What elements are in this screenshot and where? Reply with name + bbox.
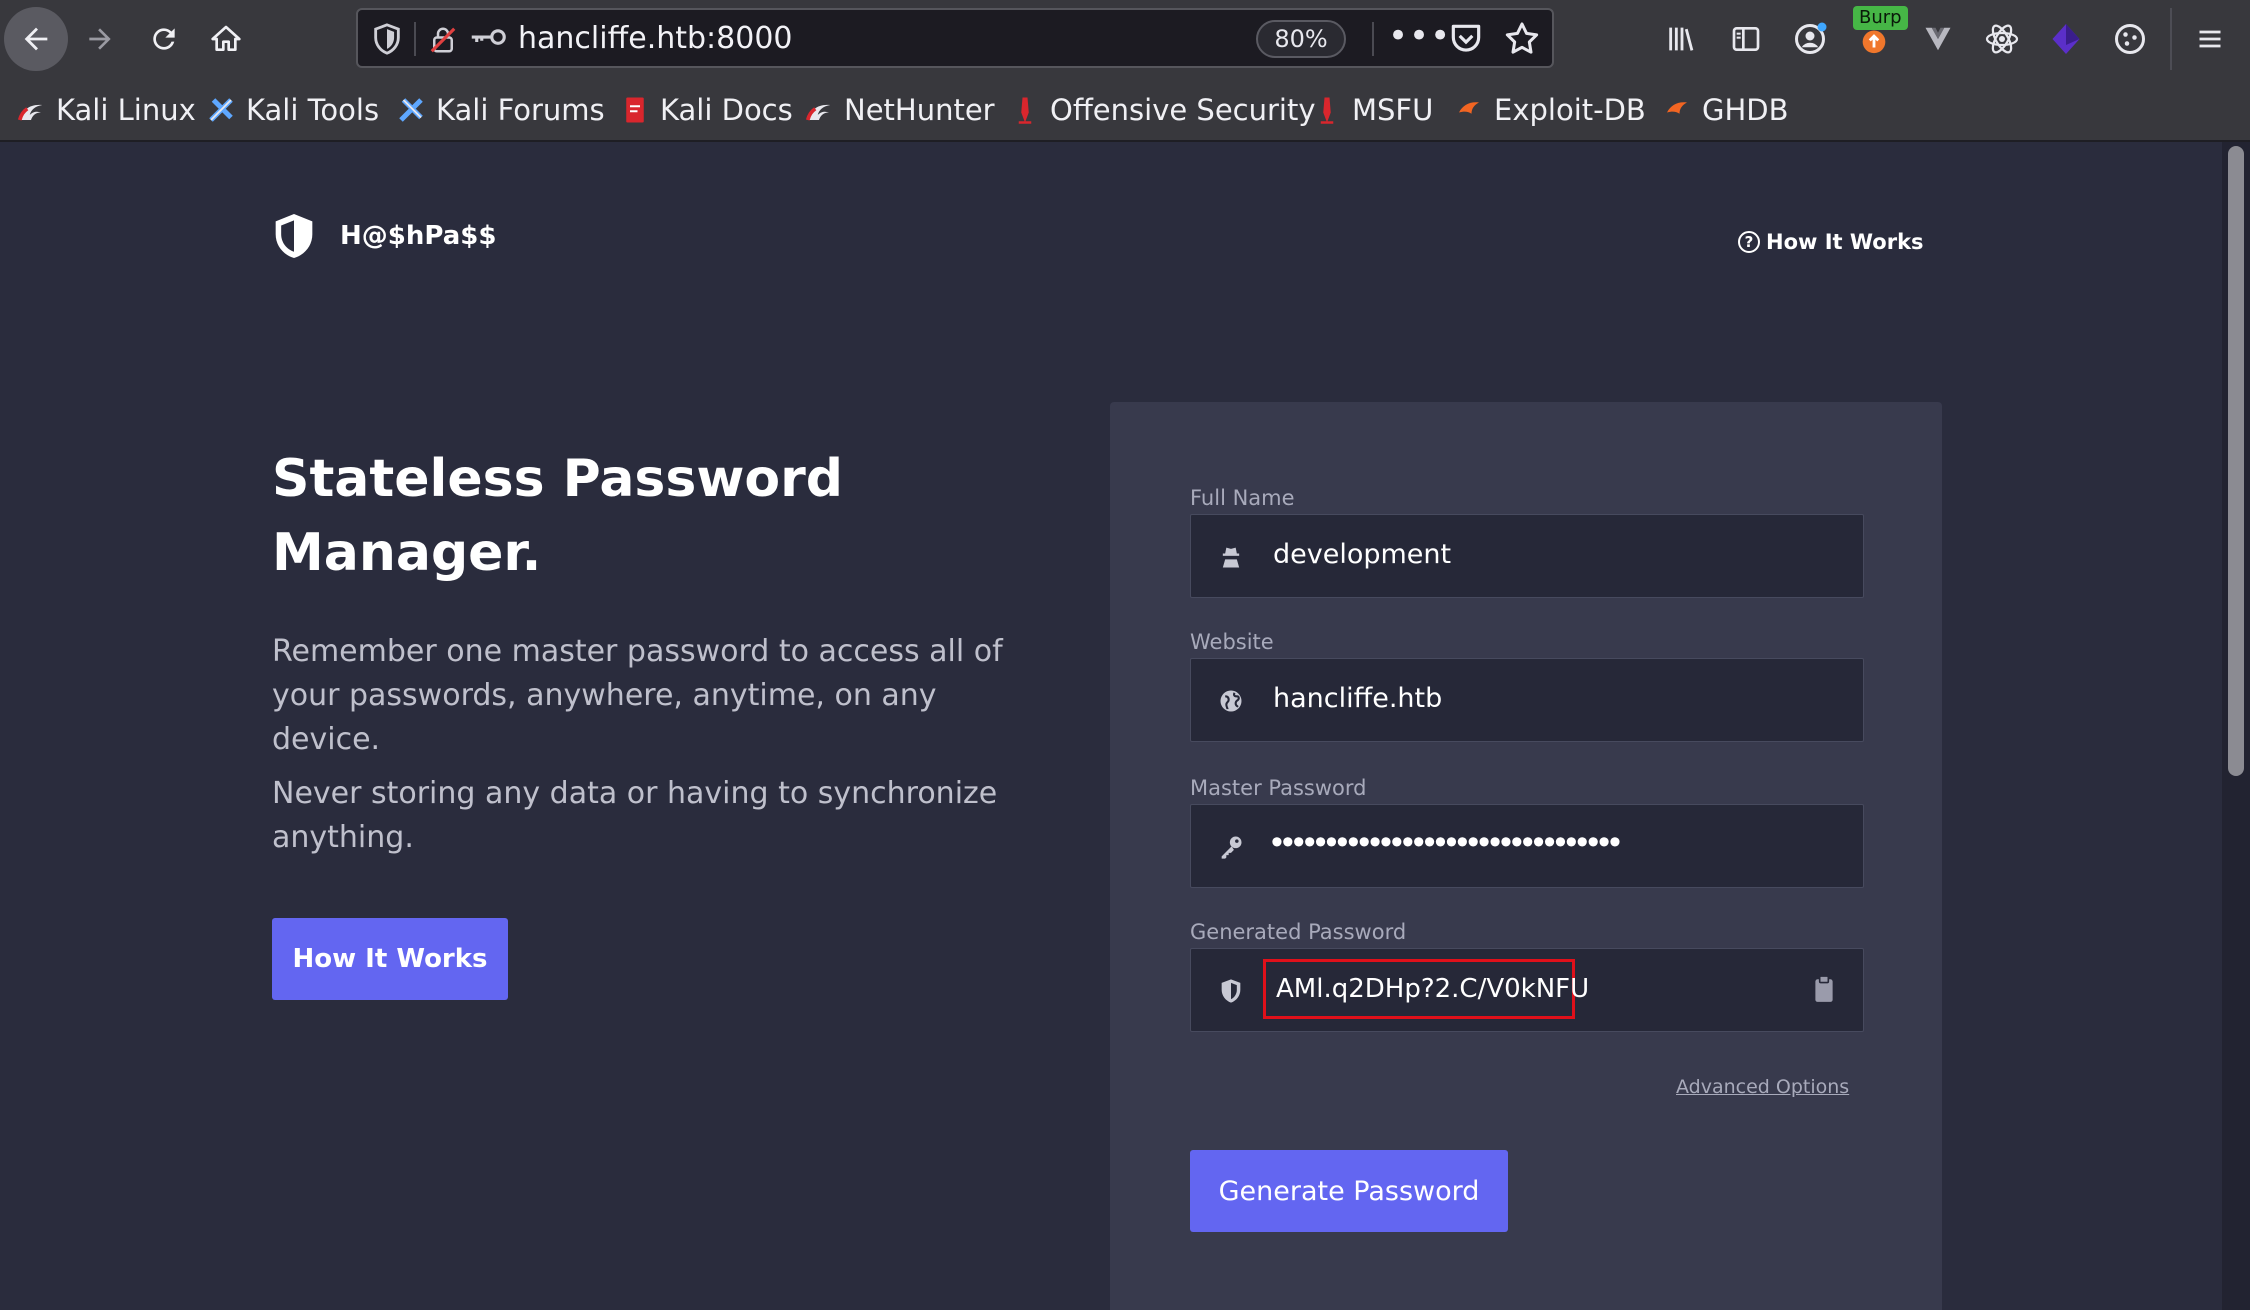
shield-icon bbox=[1221, 979, 1241, 1003]
home-button[interactable] bbox=[196, 9, 256, 69]
insecure-lock-icon[interactable] bbox=[428, 23, 458, 57]
bookmark-kali-linux[interactable]: Kali Linux bbox=[16, 92, 196, 128]
shield-icon[interactable] bbox=[370, 22, 404, 56]
bookmark-msfu[interactable]: MSFU bbox=[1312, 92, 1433, 128]
sidebar-icon[interactable] bbox=[1721, 14, 1771, 64]
arrow-left-icon bbox=[24, 27, 48, 51]
url-bar[interactable]: hancliffe.htb:8000 80% ••• bbox=[356, 8, 1554, 68]
exploit-db-icon bbox=[1459, 102, 1479, 114]
generated-password-highlight: AMl.q2DHp?2.C/V0kNFU bbox=[1263, 959, 1589, 1019]
website-field[interactable]: hancliffe.htb bbox=[1190, 658, 1864, 742]
kali-docs-icon bbox=[626, 97, 644, 123]
logo-text: H@$hPa$$ bbox=[340, 221, 497, 251]
hero-paragraph-1: Remember one master password to access a… bbox=[272, 634, 1003, 757]
nethunter-icon bbox=[805, 104, 831, 121]
url-separator bbox=[1372, 22, 1374, 56]
master-password-label: Master Password bbox=[1190, 776, 1367, 800]
nav-how-it-works-link[interactable]: ? How It Works bbox=[1738, 230, 1924, 254]
full-name-value: development bbox=[1273, 539, 1452, 570]
hero-headline: Stateless Password Manager. bbox=[272, 442, 992, 590]
generated-password-value[interactable]: AMl.q2DHp?2.C/V0kNFU bbox=[1276, 974, 1589, 1004]
password-form-card: Full Name development Website hancliffe.… bbox=[1110, 402, 1942, 1310]
hack-tools-icon[interactable] bbox=[2041, 14, 2091, 64]
toolbar-separator bbox=[2170, 8, 2172, 70]
arrow-right-icon bbox=[89, 28, 111, 50]
back-button[interactable] bbox=[4, 7, 68, 71]
react-devtools-icon[interactable] bbox=[1977, 14, 2027, 64]
hero-headline-line2: Manager. bbox=[272, 523, 542, 583]
offsec-icon bbox=[1018, 97, 1032, 124]
bookmark-ghdb[interactable]: GHDB bbox=[1662, 92, 1789, 128]
url-separator bbox=[414, 22, 416, 56]
full-name-label: Full Name bbox=[1190, 486, 1295, 510]
hero-headline-line1: Stateless Password bbox=[272, 449, 843, 509]
website-value: hancliffe.htb bbox=[1273, 683, 1443, 714]
generated-password-field[interactable]: AMl.q2DHp?2.C/V0kNFU bbox=[1190, 948, 1864, 1032]
bookmark-offensive-security[interactable]: Offensive Security bbox=[1010, 92, 1316, 128]
clipboard-icon[interactable] bbox=[1813, 975, 1835, 1003]
advanced-options-link[interactable]: Advanced Options bbox=[1676, 1076, 1849, 1098]
kali-dragon-icon bbox=[17, 104, 43, 121]
globe-icon bbox=[1220, 690, 1242, 712]
cookie-editor-icon[interactable] bbox=[2105, 14, 2155, 64]
library-icon[interactable] bbox=[1657, 14, 1707, 64]
browser-toolbar: hancliffe.htb:8000 80% ••• Burp bbox=[0, 0, 2250, 78]
burp-badge: Burp bbox=[1853, 6, 1908, 30]
bookmark-exploit-db[interactable]: Exploit-DB bbox=[1454, 92, 1646, 128]
generate-password-button[interactable]: Generate Password bbox=[1190, 1150, 1508, 1232]
ghdb-icon bbox=[1667, 102, 1687, 114]
shield-logo-icon bbox=[275, 214, 313, 258]
page-content: H@$hPa$$ ? How It Works Stateless Passwo… bbox=[0, 142, 2222, 1310]
full-name-field[interactable]: development bbox=[1190, 514, 1864, 598]
bookmark-nethunter[interactable]: NetHunter bbox=[804, 92, 995, 128]
bookmark-kali-forums[interactable]: Kali Forums bbox=[396, 92, 605, 128]
vuejs-devtools-icon[interactable] bbox=[1913, 14, 1963, 64]
home-icon bbox=[211, 25, 241, 51]
msfu-icon bbox=[1320, 97, 1334, 124]
website-label: Website bbox=[1190, 630, 1274, 654]
bookmark-kali-docs[interactable]: Kali Docs bbox=[620, 92, 793, 128]
account-icon[interactable] bbox=[1785, 14, 1835, 64]
question-circle-icon: ? bbox=[1738, 231, 1760, 253]
key-icon bbox=[1221, 836, 1242, 859]
pocket-icon[interactable] bbox=[1446, 20, 1486, 58]
site-logo[interactable]: H@$hPa$$ bbox=[272, 212, 496, 260]
page-scrollbar-thumb[interactable] bbox=[2228, 146, 2244, 776]
kali-tools-icon bbox=[209, 98, 233, 122]
reload-button[interactable] bbox=[134, 9, 194, 69]
how-it-works-button[interactable]: How It Works bbox=[272, 918, 508, 1000]
page-actions-more-icon[interactable]: ••• bbox=[1388, 16, 1451, 56]
zoom-level-button[interactable]: 80% bbox=[1256, 20, 1346, 58]
forward-button[interactable] bbox=[70, 9, 130, 69]
master-password-field[interactable]: •••••••••••••••••••••••••••••••• bbox=[1190, 804, 1864, 888]
master-password-mask: •••••••••••••••••••••••••••••••• bbox=[1271, 823, 1621, 861]
generated-password-label: Generated Password bbox=[1190, 920, 1407, 944]
bookmark-kali-tools[interactable]: Kali Tools bbox=[206, 92, 379, 128]
hero-paragraph-2: Never storing any data or having to sync… bbox=[272, 776, 998, 855]
bookmark-star-icon[interactable] bbox=[1502, 19, 1542, 59]
user-secret-icon bbox=[1222, 547, 1240, 568]
bookmarks-toolbar: Kali Linux Kali Tools Kali Forums Kali D… bbox=[0, 78, 2250, 142]
reload-icon bbox=[153, 28, 175, 50]
key-icon[interactable] bbox=[468, 20, 508, 54]
url-text[interactable]: hancliffe.htb:8000 bbox=[518, 21, 793, 56]
kali-forums-icon bbox=[399, 98, 423, 122]
hamburger-menu-icon[interactable] bbox=[2185, 14, 2235, 64]
